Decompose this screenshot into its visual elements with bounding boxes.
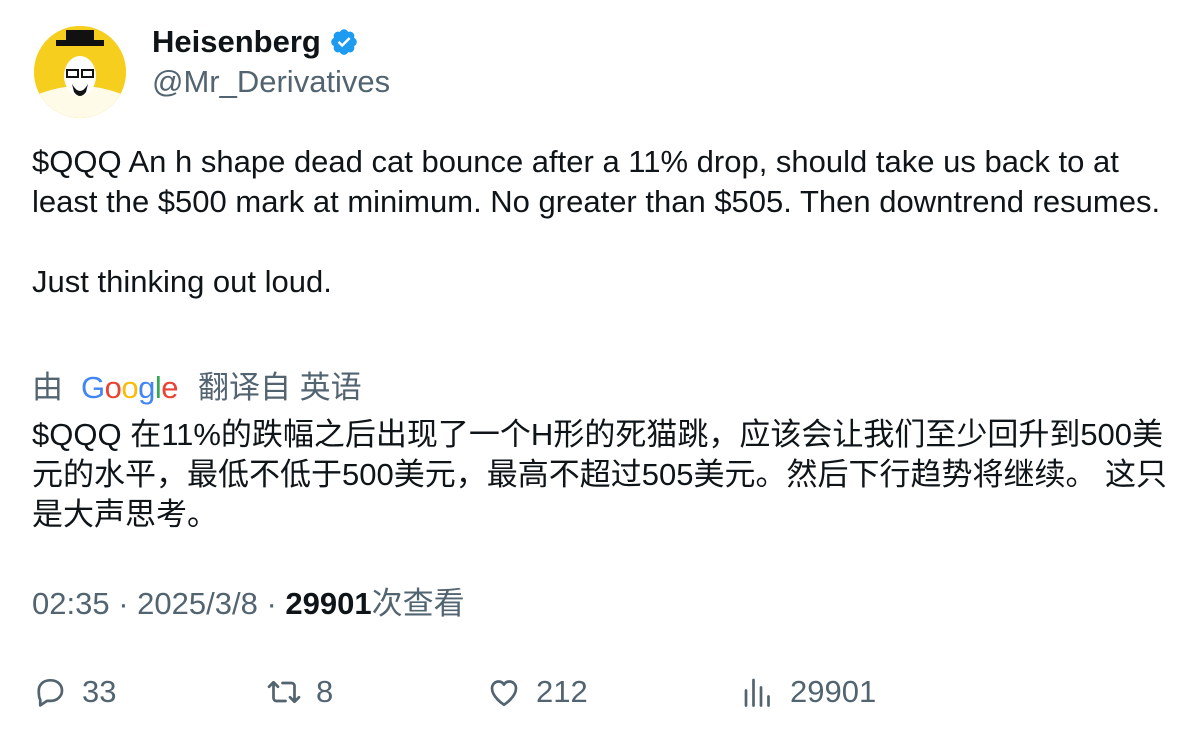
translate-suffix: 翻译自 英语 [198, 370, 362, 405]
views-button[interactable]: 29901 [740, 670, 876, 714]
verified-badge-icon[interactable] [329, 27, 359, 57]
meta-separator: · [266, 586, 277, 621]
post-paragraph: Just thinking out loud. [32, 264, 332, 299]
translated-text: $QQQ 在11%的跌幅之后出现了一个H形的死猫跳，应该会让我们至少回升到500… [32, 417, 1168, 532]
avatar[interactable] [34, 26, 126, 118]
reply-count: 33 [82, 674, 117, 709]
like-count: 212 [536, 674, 588, 709]
post-paragraph: $QQQ An h shape dead cat bounce after a … [32, 144, 1161, 219]
analytics-icon [744, 678, 770, 707]
action-bar: 33 8 212 29901 [0, 670, 1196, 714]
author-name-row[interactable]: Heisenberg [152, 24, 359, 60]
reply-button[interactable]: 33 [32, 670, 116, 714]
post-meta: 02:35 · 2025/3/8 · 29901次查看 [32, 584, 465, 624]
google-logo: Google [81, 370, 179, 405]
meta-separator: · [118, 586, 129, 621]
retweet-button[interactable]: 8 [266, 670, 333, 714]
views-label: 次查看 [371, 586, 465, 621]
retweet-icon [267, 680, 301, 704]
translation-attribution: 由 Google 翻译自 英语 [32, 368, 362, 408]
author-handle[interactable]: @Mr_Derivatives [152, 64, 390, 100]
post-time[interactable]: 02:35 [32, 586, 110, 621]
post-date[interactable]: 2025/3/8 [137, 586, 258, 621]
translate-prefix: 由 [32, 370, 63, 405]
post-body: $QQQ An h shape dead cat bounce after a … [32, 142, 1172, 302]
views-action-count: 29901 [790, 674, 877, 709]
heart-icon [490, 680, 518, 707]
display-name[interactable]: Heisenberg [152, 24, 321, 60]
reply-icon [37, 678, 64, 707]
heisenberg-avatar-icon [34, 26, 126, 118]
retweet-count: 8 [316, 674, 334, 709]
views-count: 29901 [285, 586, 372, 621]
like-button[interactable]: 212 [486, 670, 588, 714]
